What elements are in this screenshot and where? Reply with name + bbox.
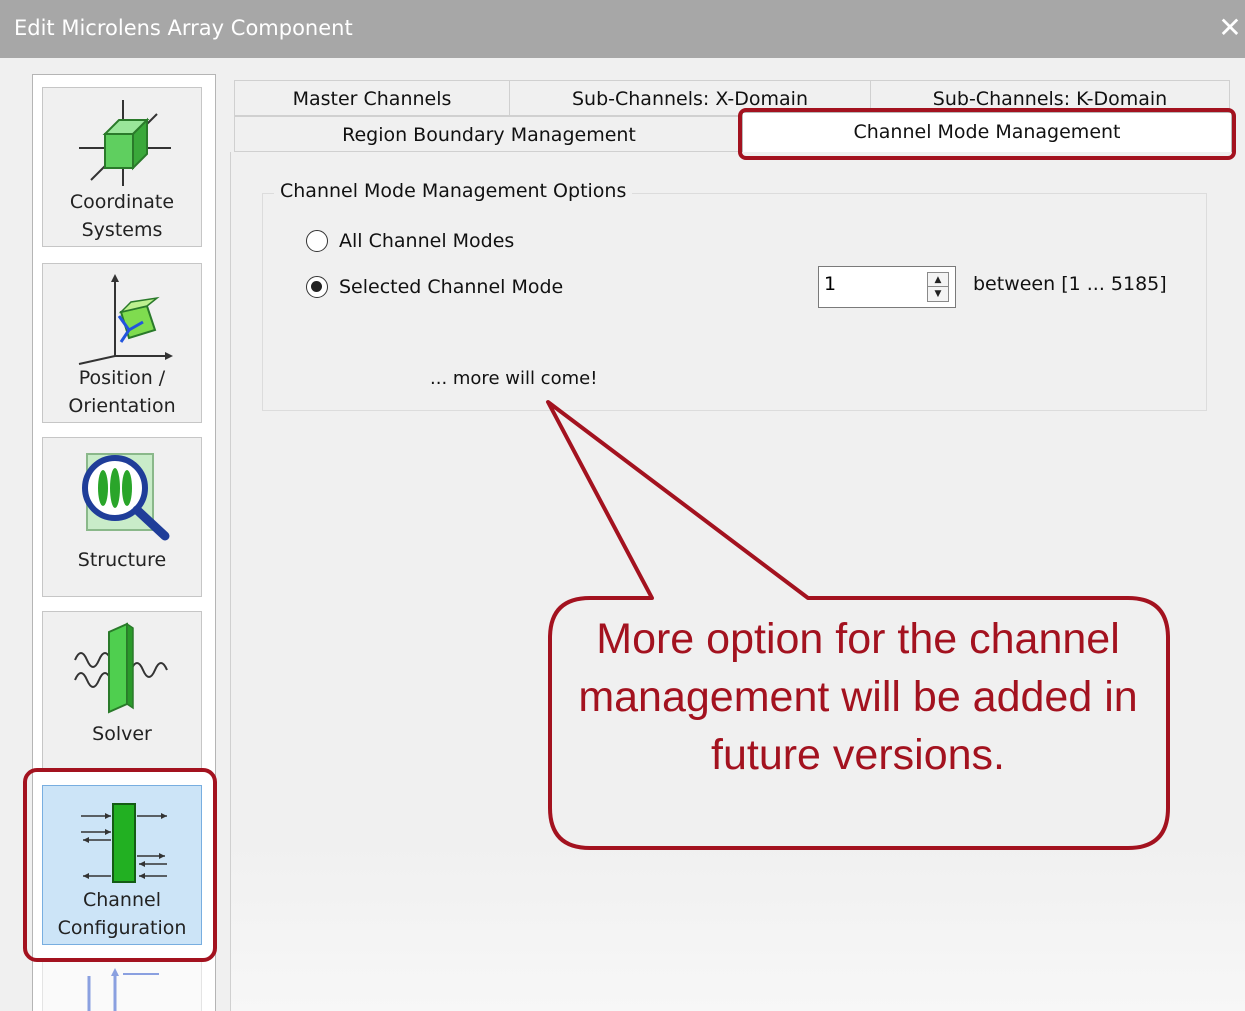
stepper-buttons: ▲ ▼ (927, 272, 949, 302)
tab-master-channels[interactable]: Master Channels (234, 80, 510, 116)
sidebar-item-solver[interactable]: Solver (42, 611, 202, 771)
tab-label: Channel Mode Management (853, 121, 1121, 143)
window-title: Edit Microlens Array Component (14, 16, 353, 40)
tab-label: Region Boundary Management (342, 124, 636, 146)
sidebar-item-coordinate-systems[interactable]: Coordinate Systems (42, 87, 202, 247)
radio-button[interactable] (306, 230, 328, 252)
title-bar: Edit Microlens Array Component ✕ (0, 0, 1245, 58)
range-label: between [1 ... 5185] (973, 273, 1167, 295)
radio-button[interactable] (306, 276, 328, 298)
tab-channel-mode-management[interactable]: Channel Mode Management (742, 112, 1232, 154)
channel-mode-stepper[interactable]: 1 ▲ ▼ (818, 266, 956, 308)
sidebar-item-next[interactable] (42, 959, 202, 1011)
radio-selected-channel-mode[interactable]: Selected Channel Mode (306, 273, 563, 301)
position-orientation-icon (78, 274, 173, 365)
sidebar-item-label: Configuration (57, 917, 187, 939)
stepper-down-icon[interactable]: ▼ (928, 287, 948, 301)
tab-label: Sub-Channels: K-Domain (932, 88, 1168, 110)
sidebar-item-label: Coordinate (69, 191, 175, 213)
partial-next-icon (87, 968, 159, 1011)
stepper-up-icon[interactable]: ▲ (928, 273, 948, 287)
sidebar-item-label: Systems (81, 219, 163, 241)
radio-label: All Channel Modes (339, 230, 515, 252)
tab-sub-channels-k-domain[interactable]: Sub-Channels: K-Domain (870, 80, 1230, 116)
sidebar-item-label: Channel (82, 889, 161, 911)
sidebar: Coordinate Systems Position / Orientatio… (32, 74, 216, 1011)
stepper-value[interactable]: 1 (824, 273, 836, 295)
close-icon[interactable]: ✕ (1215, 8, 1245, 48)
radio-label: Selected Channel Mode (339, 276, 564, 298)
edit-microlens-dialog: Edit Microlens Array Component ✕ Coordin… (0, 0, 1245, 1011)
callout-text: More option for the channel management w… (578, 615, 1138, 779)
tab-label: Master Channels (292, 88, 452, 110)
sidebar-item-label: Position / (78, 367, 166, 389)
channel-configuration-icon (81, 803, 167, 883)
tab-label: Sub-Channels: X-Domain (571, 88, 808, 110)
sidebar-item-channel-configuration[interactable]: Channel Configuration (42, 785, 202, 945)
radio-all-channel-modes[interactable]: All Channel Modes (306, 227, 514, 255)
more-will-come-label: ... more will come! (430, 368, 598, 389)
sidebar-item-label: Solver (92, 723, 152, 745)
coordinate-systems-icon (79, 100, 171, 186)
solver-icon (74, 622, 168, 714)
tab-sub-channels-x-domain[interactable]: Sub-Channels: X-Domain (509, 80, 871, 116)
sidebar-item-position-orientation[interactable]: Position / Orientation (42, 263, 202, 423)
sidebar-item-structure[interactable]: Structure (42, 437, 202, 597)
structure-icon (82, 453, 170, 541)
channel-mode-options-group (262, 193, 1207, 411)
tab-region-boundary-management[interactable]: Region Boundary Management (234, 116, 744, 152)
group-title: Channel Mode Management Options (274, 180, 633, 202)
sidebar-item-label: Structure (77, 549, 167, 571)
sidebar-item-label: Orientation (68, 395, 176, 417)
